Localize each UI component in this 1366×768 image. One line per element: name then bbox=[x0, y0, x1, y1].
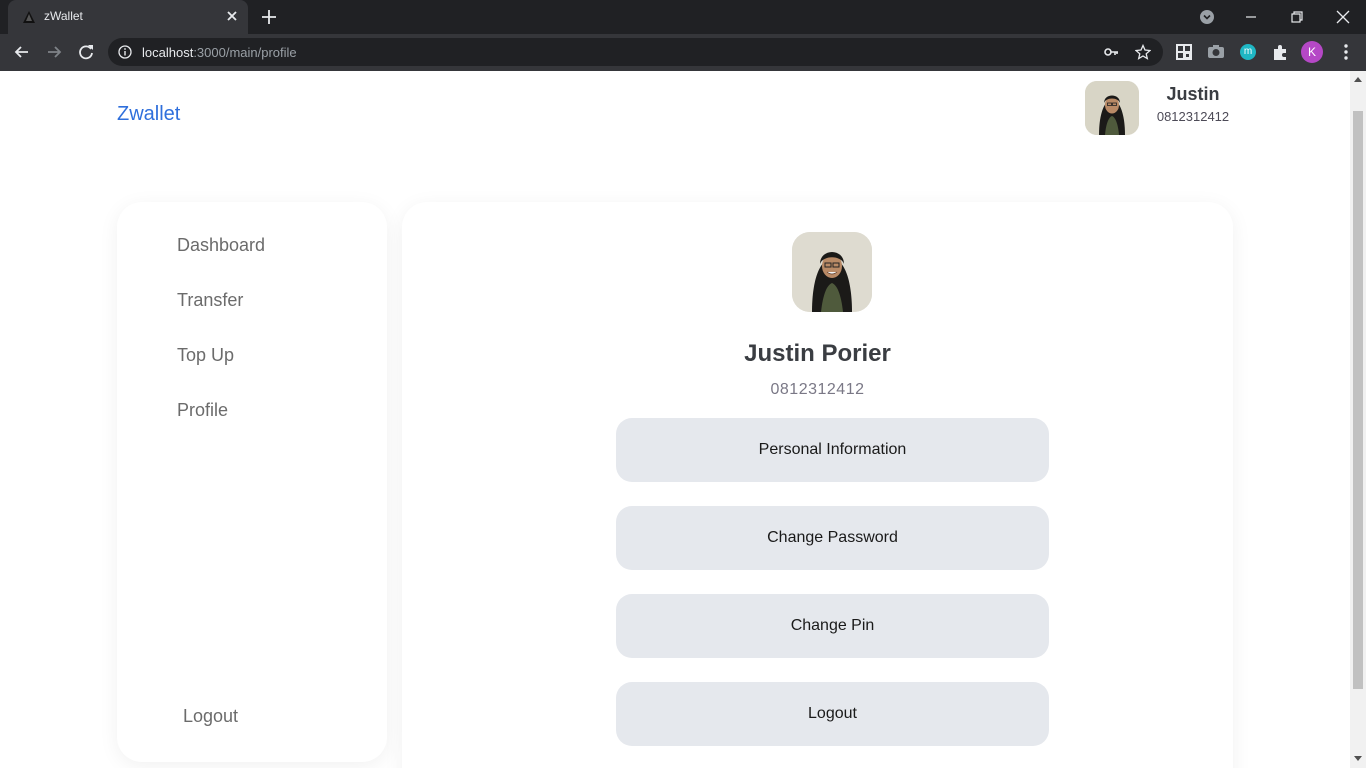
browser-profile-avatar[interactable]: K bbox=[1301, 41, 1323, 63]
sidebar-item-transfer[interactable]: Transfer bbox=[177, 290, 243, 311]
sidebar-item-dashboard[interactable]: Dashboard bbox=[177, 235, 265, 256]
user-photo-icon bbox=[1085, 81, 1139, 135]
header-user-phone: 0812312412 bbox=[1156, 109, 1230, 124]
change-password-button[interactable]: Change Password bbox=[616, 506, 1049, 570]
password-key-icon[interactable] bbox=[1103, 44, 1119, 60]
window-close-icon[interactable] bbox=[1332, 6, 1354, 28]
app-favicon-icon bbox=[23, 11, 35, 23]
camera-icon[interactable] bbox=[1206, 42, 1226, 62]
tab-search-icon[interactable] bbox=[1196, 6, 1218, 28]
sidebar-item-profile[interactable]: Profile bbox=[177, 400, 228, 421]
tab-title: zWallet bbox=[44, 9, 83, 23]
qr-code-icon[interactable] bbox=[1174, 42, 1194, 62]
profile-full-name: Justin Porier bbox=[744, 340, 891, 367]
browser-tabbar: zWallet bbox=[0, 0, 1366, 34]
restore-icon[interactable] bbox=[1286, 6, 1308, 28]
page-content: Zwallet Justin 0812312412 Dashboard Tran… bbox=[0, 71, 1350, 768]
new-tab-icon[interactable] bbox=[260, 8, 278, 26]
minimize-icon[interactable] bbox=[1240, 6, 1262, 28]
profile-card: Justin Porier 0812312412 Personal Inform… bbox=[402, 202, 1233, 768]
browser-tab[interactable]: zWallet bbox=[8, 0, 248, 34]
back-icon[interactable] bbox=[12, 42, 32, 62]
sidebar: Dashboard Transfer Top Up Profile Logout bbox=[117, 202, 387, 762]
extension-m-icon[interactable]: m bbox=[1240, 44, 1256, 60]
browser-menu-icon[interactable] bbox=[1336, 42, 1356, 62]
site-info-icon[interactable] bbox=[118, 45, 132, 59]
scroll-down-icon[interactable] bbox=[1354, 754, 1362, 762]
profile-avatar[interactable] bbox=[792, 232, 872, 312]
bookmark-star-icon[interactable] bbox=[1135, 44, 1151, 60]
personal-information-button[interactable]: Personal Information bbox=[616, 418, 1049, 482]
logout-button[interactable]: Logout bbox=[616, 682, 1049, 746]
scroll-thumb[interactable] bbox=[1353, 111, 1363, 689]
forward-icon[interactable] bbox=[44, 42, 64, 62]
reload-icon[interactable] bbox=[76, 42, 96, 62]
sidebar-item-top-up[interactable]: Top Up bbox=[177, 345, 234, 366]
extensions-puzzle-icon[interactable] bbox=[1270, 42, 1290, 62]
url-text: localhost:3000/main/profile bbox=[142, 45, 297, 60]
profile-photo-icon bbox=[792, 232, 872, 312]
tab-close-icon[interactable] bbox=[224, 8, 240, 24]
page-scrollbar[interactable] bbox=[1350, 71, 1366, 768]
brand-logo[interactable]: Zwallet bbox=[117, 103, 180, 126]
address-bar[interactable]: localhost:3000/main/profile bbox=[108, 38, 1163, 66]
header-avatar[interactable] bbox=[1085, 81, 1139, 135]
header-user-name: Justin bbox=[1166, 84, 1220, 104]
scroll-up-icon[interactable] bbox=[1354, 76, 1362, 84]
browser-toolbar: localhost:3000/main/profile m K bbox=[0, 34, 1366, 71]
sidebar-logout[interactable]: Logout bbox=[183, 706, 238, 727]
profile-phone: 0812312412 bbox=[770, 381, 865, 398]
change-pin-button[interactable]: Change Pin bbox=[616, 594, 1049, 658]
